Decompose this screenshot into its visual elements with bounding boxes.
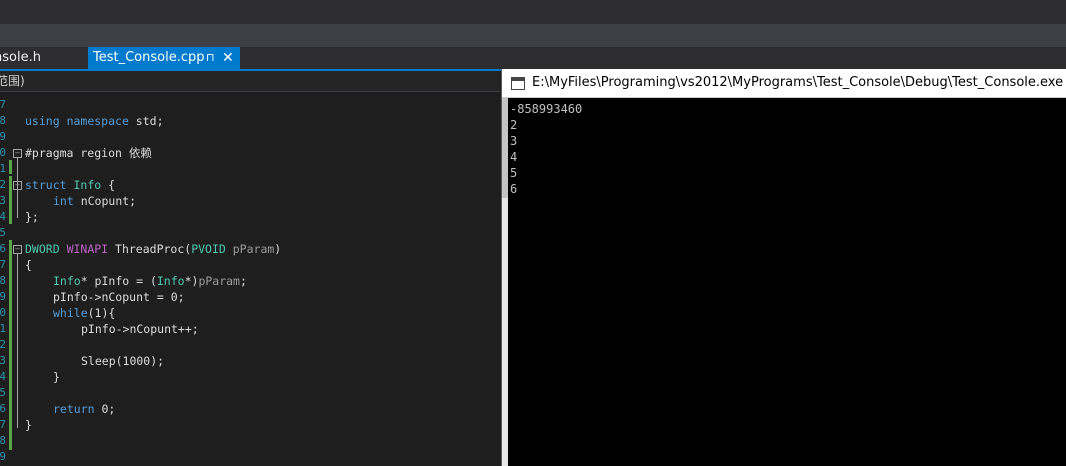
- collapse-icon[interactable]: −: [13, 245, 22, 254]
- line-number-gutter: 7 8 9 0 1 2 3 4 5 6 7 8 9 0 1 2 3 4 5 6 …: [0, 92, 8, 466]
- line-number: 8: [0, 274, 6, 287]
- line-number: 5: [0, 386, 6, 399]
- console-scrollbar[interactable]: [502, 98, 508, 466]
- console-line: 5: [510, 166, 518, 180]
- code-line: Sleep(1000);: [81, 354, 165, 368]
- console-line: -858993460: [510, 102, 583, 116]
- code-editor[interactable]: 7 8 9 0 1 2 3 4 5 6 7 8 9 0 1 2 3 4 5 6 …: [0, 92, 500, 466]
- fold-guide: [17, 254, 18, 428]
- change-marker: [9, 176, 12, 224]
- line-number: 7: [0, 418, 6, 431]
- console-window[interactable]: E:\MyFiles\Programing\vs2012\MyPrograms\…: [501, 69, 1066, 466]
- code-line: return 0;: [53, 402, 116, 416]
- line-number: 8: [0, 434, 6, 447]
- line-number: 8: [0, 114, 6, 127]
- tab-header-file[interactable]: nsole.h: [0, 47, 84, 69]
- pin-icon[interactable]: ⊓: [206, 47, 215, 69]
- code-line: #pragma region 依赖: [25, 146, 152, 160]
- console-line: 6: [510, 182, 518, 196]
- line-number: 4: [0, 210, 6, 223]
- line-number: 1: [0, 162, 6, 175]
- line-number: 5: [0, 226, 6, 239]
- line-number: 9: [0, 130, 6, 143]
- line-number: 2: [0, 178, 6, 191]
- toolbar: [0, 24, 1066, 47]
- line-number: 3: [0, 194, 6, 207]
- code-line: while(1){: [53, 306, 116, 320]
- code-line: pInfo->nCopunt = 0;: [53, 290, 185, 304]
- tab-test-console-cpp[interactable]: Test_Console.cpp ⊓ ✕: [88, 47, 240, 69]
- tab-label: Test_Console.cpp: [93, 50, 205, 65]
- line-number: 6: [0, 402, 6, 415]
- code-line: int nCopunt;: [53, 194, 137, 208]
- code-line: using namespace std;: [25, 114, 164, 128]
- code-line: DWORD WINAPI ThreadProc(PVOID pParam): [25, 242, 282, 256]
- line-number: 4: [0, 370, 6, 383]
- line-number: 3: [0, 354, 6, 367]
- code-line: pInfo->nCopunt++;: [81, 322, 199, 336]
- code-line: {: [25, 258, 32, 272]
- console-line: 2: [510, 118, 518, 132]
- line-number: 7: [0, 258, 6, 271]
- line-number: 7: [0, 98, 6, 111]
- close-icon[interactable]: ✕: [222, 47, 234, 69]
- line-number: 6: [0, 242, 6, 255]
- console-line: 3: [510, 134, 518, 148]
- line-number: 9: [0, 450, 6, 463]
- fold-guide: [17, 190, 18, 218]
- console-line: 4: [510, 150, 518, 164]
- console-output: -858993460 2 3 4 5 6: [510, 101, 582, 197]
- console-title-bar[interactable]: E:\MyFiles\Programing\vs2012\MyPrograms\…: [502, 69, 1066, 98]
- console-title: E:\MyFiles\Programing\vs2012\MyPrograms\…: [532, 75, 1064, 90]
- title-bar: [0, 0, 1066, 24]
- code-line: }: [53, 370, 60, 384]
- line-number: 9: [0, 290, 6, 303]
- line-number: 0: [0, 306, 6, 319]
- change-marker: [9, 240, 12, 450]
- collapse-icon[interactable]: −: [13, 181, 22, 190]
- document-tab-strip: nsole.h Test_Console.cpp ⊓ ✕: [0, 47, 1066, 71]
- code-line: struct Info {: [25, 178, 116, 192]
- scope-dropdown[interactable]: 范围): [0, 72, 25, 89]
- tab-label: nsole.h: [0, 50, 41, 65]
- console-app-icon: [511, 77, 525, 90]
- line-number: 2: [0, 338, 6, 351]
- code-line: Info* pInfo = (Info*)pParam;: [53, 274, 247, 288]
- navigation-bar[interactable]: 范围): [0, 71, 500, 92]
- line-number: 0: [0, 146, 6, 159]
- code-line: };: [25, 210, 39, 224]
- code-line: }: [25, 418, 32, 432]
- scrollbar-thumb[interactable]: [502, 98, 508, 198]
- change-marker: [9, 160, 12, 174]
- collapse-icon[interactable]: −: [13, 149, 22, 158]
- line-number: 1: [0, 322, 6, 335]
